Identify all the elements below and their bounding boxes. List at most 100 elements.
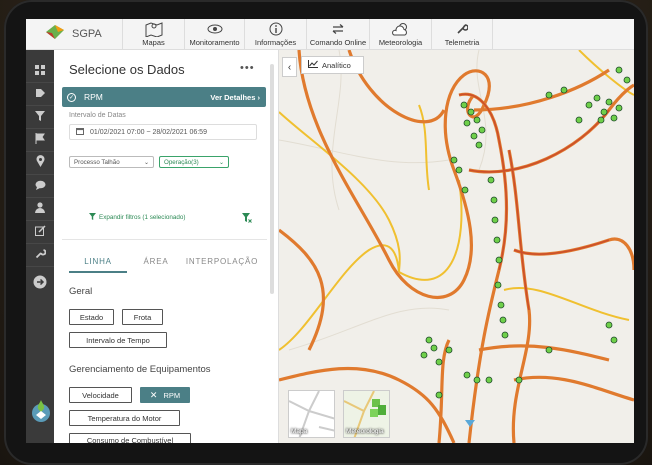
chevron-left-icon: ‹ bbox=[287, 61, 292, 73]
selected-metric-bar[interactable]: ✓ RPM Ver Detalhes › bbox=[62, 87, 266, 107]
interval-label: Intervalo de Datas bbox=[69, 112, 126, 119]
check-circle-icon: ✓ bbox=[67, 92, 76, 102]
chip-rpm-label: RPM bbox=[163, 390, 181, 400]
chip-estado[interactable]: Estado bbox=[69, 309, 114, 325]
rail-tag[interactable] bbox=[26, 83, 54, 106]
rail-wrench[interactable] bbox=[26, 244, 54, 267]
chevron-down-icon: ⌄ bbox=[143, 159, 149, 166]
eye-icon bbox=[207, 21, 223, 37]
date-range-field[interactable]: 01/02/2021 07:00 ~ 28/02/2021 06:59 bbox=[69, 124, 257, 140]
weather-icon bbox=[391, 21, 411, 37]
chevron-right-icon: › bbox=[257, 92, 261, 102]
filter-icon bbox=[35, 108, 45, 126]
viz-tabs: LINHA ÁREA INTERPOLAÇÃO bbox=[69, 257, 259, 273]
thumb-label: Meteorologia bbox=[346, 428, 384, 435]
data-panel: Selecione os Dados ••• ✓ RPM Ver Detalhe… bbox=[54, 50, 279, 443]
tablet-frame: SGPA Mapas Monitoramento Informações Com… bbox=[4, 0, 648, 465]
nav-monitoramento[interactable]: Monitoramento bbox=[184, 19, 244, 50]
nav-informacoes[interactable]: Informações bbox=[244, 19, 306, 50]
flag-icon bbox=[35, 131, 45, 149]
view-details-link[interactable]: Ver Detalhes › bbox=[210, 93, 260, 102]
info-icon bbox=[269, 21, 283, 37]
chip-rpm[interactable]: ✕ RPM bbox=[140, 387, 190, 403]
sgpa-logo-icon bbox=[44, 24, 66, 45]
wrench-icon bbox=[35, 246, 46, 264]
map-view[interactable]: ‹ Analítico Mapa Meteorologia bbox=[279, 50, 634, 443]
rail-grid[interactable] bbox=[26, 60, 54, 83]
screen: SGPA Mapas Monitoramento Informações Com… bbox=[26, 19, 634, 443]
rail-chat[interactable] bbox=[26, 175, 54, 198]
brand-name: SGPA bbox=[72, 28, 102, 40]
panel-title: Selecione os Dados bbox=[69, 62, 185, 77]
operacao-select[interactable]: Operação(3) ⌄ bbox=[159, 156, 229, 168]
chip-intervalo-tempo[interactable]: Intervalo de Tempo bbox=[69, 332, 167, 348]
grid-icon bbox=[35, 62, 45, 80]
location-pin-icon[interactable] bbox=[465, 420, 475, 427]
thumb-label: Mapa bbox=[291, 428, 308, 435]
rail-filter[interactable] bbox=[26, 106, 54, 129]
calendar-icon bbox=[76, 127, 84, 137]
edit-icon bbox=[34, 223, 46, 241]
expand-filters-label: Expandir filtros (1 selecionado) bbox=[99, 214, 186, 221]
tab-linha[interactable]: LINHA bbox=[69, 257, 127, 273]
rail-flag[interactable] bbox=[26, 129, 54, 152]
analitico-button[interactable]: Analítico bbox=[301, 56, 364, 74]
chat-icon bbox=[35, 177, 46, 195]
operacao-select-value: Operação(3) bbox=[164, 158, 199, 166]
chip-velocidade[interactable]: Velocidade bbox=[69, 387, 132, 403]
more-options-button[interactable]: ••• bbox=[240, 62, 255, 74]
nav-mapas[interactable]: Mapas bbox=[122, 19, 184, 50]
line-chart-icon bbox=[308, 60, 318, 70]
top-nav: Mapas Monitoramento Informações Comando … bbox=[122, 19, 493, 50]
filter-clear-icon bbox=[242, 213, 252, 225]
wrench-icon bbox=[456, 21, 468, 37]
view-details-label: Ver Detalhes bbox=[210, 92, 256, 102]
section-equip-title: Gerenciamento de Equipamentos bbox=[69, 364, 211, 375]
selected-metric-name: RPM bbox=[84, 92, 103, 102]
rail-user[interactable] bbox=[26, 198, 54, 221]
processo-select-value: Processo Talhão bbox=[74, 158, 120, 166]
thumb-mapa[interactable]: Mapa bbox=[288, 390, 335, 438]
chip-temperatura-motor[interactable]: Temperatura do Motor bbox=[69, 410, 180, 426]
tab-interpolacao[interactable]: INTERPOLAÇÃO bbox=[185, 257, 259, 273]
chevron-down-icon: ⌄ bbox=[218, 159, 224, 166]
filter-icon bbox=[89, 213, 96, 222]
analitico-label: Analítico bbox=[322, 60, 351, 70]
left-rail bbox=[26, 50, 54, 443]
section-geral-title: Geral bbox=[69, 286, 93, 297]
nav-label: Comando Online bbox=[309, 38, 367, 47]
nav-telemetria[interactable]: Telemetria bbox=[431, 19, 493, 50]
rail-location[interactable] bbox=[26, 152, 54, 175]
panel-scrollbar[interactable] bbox=[270, 64, 274, 294]
location-icon bbox=[36, 154, 45, 172]
expand-filters-button[interactable]: Expandir filtros (1 selecionado) bbox=[89, 213, 185, 222]
swap-icon bbox=[332, 21, 344, 37]
chip-consumo-combustivel[interactable]: Consumo de Combustível bbox=[69, 433, 191, 443]
company-logo-icon bbox=[30, 398, 52, 429]
user-icon bbox=[35, 200, 45, 218]
date-range-value: 01/02/2021 07:00 ~ 28/02/2021 06:59 bbox=[90, 128, 207, 136]
brand[interactable]: SGPA bbox=[26, 19, 122, 49]
rail-edit[interactable] bbox=[26, 221, 54, 244]
nav-comando-online[interactable]: Comando Online bbox=[306, 19, 369, 50]
chip-frota[interactable]: Frota bbox=[122, 309, 163, 325]
thumb-meteorologia[interactable]: Meteorologia bbox=[343, 390, 390, 438]
top-bar: SGPA Mapas Monitoramento Informações Com… bbox=[26, 19, 634, 50]
arrow-right-icon bbox=[33, 275, 47, 294]
nav-label: Mapas bbox=[142, 38, 165, 47]
divider bbox=[62, 239, 267, 240]
nav-label: Telemetria bbox=[444, 38, 480, 47]
nav-label: Monitoramento bbox=[189, 38, 240, 47]
map-icon bbox=[144, 21, 164, 37]
tag-icon bbox=[35, 85, 46, 103]
road-network bbox=[279, 50, 634, 443]
clear-filters-button[interactable] bbox=[242, 213, 252, 225]
collapse-panel-button[interactable]: ‹ bbox=[282, 57, 297, 77]
processo-select[interactable]: Processo Talhão ⌄ bbox=[69, 156, 154, 168]
rail-expand[interactable] bbox=[26, 273, 54, 296]
nav-label: Informações bbox=[254, 38, 297, 47]
nav-meteorologia[interactable]: Meteorologia bbox=[369, 19, 431, 50]
close-icon: ✕ bbox=[149, 389, 158, 400]
tab-area[interactable]: ÁREA bbox=[127, 257, 185, 273]
nav-label: Meteorologia bbox=[378, 38, 423, 47]
